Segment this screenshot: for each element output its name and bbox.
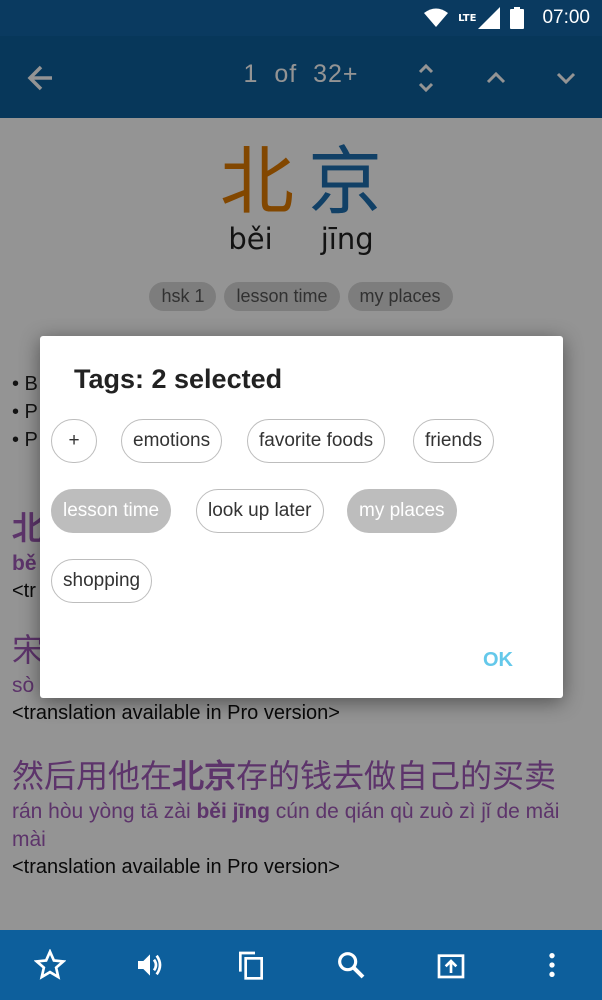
tags-dialog: Tags: 2 selected + emotions favorite foo… [40,336,563,698]
tag-chip-label: lesson time [63,500,160,521]
tag-chip-selected[interactable]: my places [347,489,457,533]
status-bar: LTE 07:00 [0,0,602,36]
share-button[interactable] [429,943,473,987]
star-icon [34,949,67,980]
search-button[interactable] [329,943,373,987]
tag-chip-label: my places [359,500,445,521]
battery-icon [510,7,525,29]
tag-chip[interactable]: friends [413,419,495,463]
add-tag-button[interactable]: + [51,419,97,463]
tag-chip-label: favorite foods [259,430,374,451]
tag-chip-selected[interactable]: lesson time [51,489,172,533]
signal-icon [478,7,501,29]
speaker-icon [138,954,162,976]
favorite-button[interactable] [28,943,72,987]
tag-chip-label: friends [425,430,483,451]
ok-button[interactable]: OK [483,649,513,672]
speak-button[interactable] [128,943,172,987]
copy-icon [238,951,263,980]
dialog-title: Tags: 2 selected [74,364,283,394]
search-icon [338,952,365,979]
tag-chip-label: emotions [133,430,211,451]
tag-chip-label: look up later [208,500,312,521]
wifi-icon [424,8,449,27]
tag-chip[interactable]: look up later [196,489,324,533]
tag-chip[interactable]: favorite foods [247,419,386,463]
lte-badge: LTE [458,12,477,24]
share-icon [438,954,465,979]
bottom-action-bar [0,930,602,1000]
tag-chip[interactable]: shopping [51,559,153,603]
more-button[interactable] [530,943,574,987]
copy-button[interactable] [229,943,273,987]
tag-chip-label: shopping [63,570,141,591]
plus-icon: + [68,430,80,451]
status-time: 07:00 [542,7,590,28]
tag-chip[interactable]: emotions [121,419,223,463]
more-vert-icon [549,953,555,977]
